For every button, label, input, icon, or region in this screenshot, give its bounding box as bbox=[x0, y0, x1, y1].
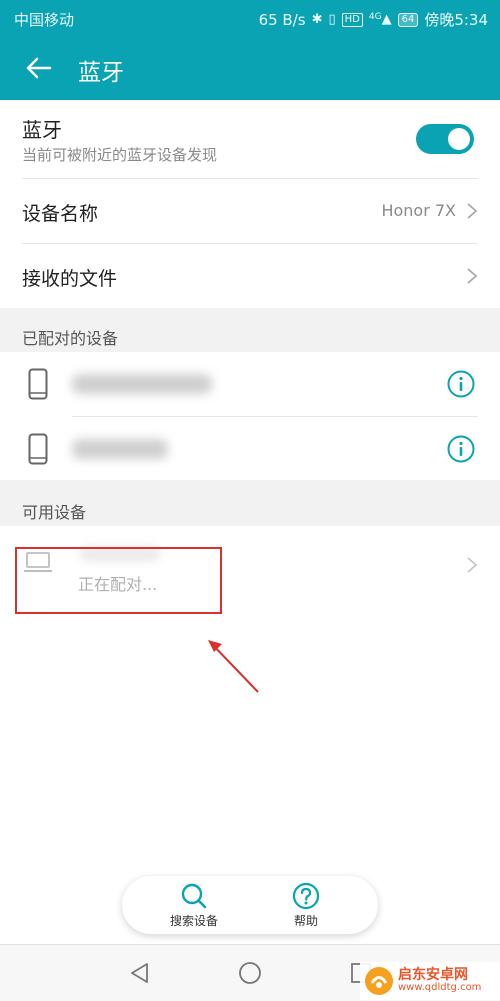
paired-devices-card bbox=[0, 352, 500, 480]
status-bar: 中国移动 65 B/s ✱ ▯ HD 4G▲ 64 傍晚5:34 bbox=[0, 0, 500, 36]
battery-icon: 64 bbox=[397, 12, 419, 27]
device-name-blurred bbox=[72, 439, 168, 459]
watermark: 启东安卓网 www.qdldtg.com bbox=[360, 962, 500, 1000]
watermark-url: www.qdldtg.com bbox=[398, 982, 482, 993]
nav-back-icon[interactable] bbox=[128, 961, 150, 985]
chevron-right-icon bbox=[467, 268, 478, 284]
bluetooth-status-icon: ✱ bbox=[311, 12, 323, 27]
info-icon[interactable] bbox=[446, 434, 476, 464]
paired-device-row[interactable] bbox=[0, 352, 500, 416]
paired-devices-header: 已配对的设备 bbox=[22, 329, 119, 348]
help-icon bbox=[292, 882, 320, 910]
help-button[interactable]: 帮助 bbox=[266, 882, 346, 929]
bluetooth-title: 蓝牙 bbox=[22, 118, 62, 142]
hd-badge: HD bbox=[341, 12, 363, 27]
bluetooth-toggle[interactable] bbox=[416, 124, 474, 154]
help-label: 帮助 bbox=[293, 914, 318, 928]
search-devices-button[interactable]: 搜索设备 bbox=[154, 882, 234, 929]
clock: 傍晚5:34 bbox=[424, 11, 488, 29]
watermark-brand: 启东安卓网 bbox=[398, 967, 468, 983]
paired-device-row[interactable] bbox=[0, 417, 500, 480]
device-name-row[interactable]: 设备名称 Honor 7X bbox=[0, 179, 500, 243]
phone-icon bbox=[28, 368, 48, 400]
device-name-value: Honor 7X bbox=[381, 201, 456, 220]
annotation-arrow-icon bbox=[208, 640, 259, 693]
watermark-logo-icon bbox=[365, 967, 393, 995]
annotation-highlight-box bbox=[15, 547, 222, 614]
signal-label: 4G bbox=[368, 12, 382, 22]
chevron-right-icon bbox=[467, 557, 478, 573]
settings-card: 蓝牙 当前可被附近的蓝牙设备发现 设备名称 Honor 7X 接收的文件 bbox=[0, 100, 500, 308]
search-icon bbox=[181, 883, 207, 909]
bluetooth-subtitle: 当前可被附近的蓝牙设备发现 bbox=[22, 146, 218, 164]
page-title: 蓝牙 bbox=[78, 60, 124, 86]
received-files-label: 接收的文件 bbox=[22, 268, 118, 290]
carrier-area: 中国移动 bbox=[14, 9, 74, 30]
app-bar: 蓝牙 bbox=[0, 36, 500, 100]
carrier-name: 中国移动 bbox=[14, 11, 75, 29]
bluetooth-toggle-row[interactable]: 蓝牙 当前可被附近的蓝牙设备发现 bbox=[0, 100, 500, 178]
status-right: 65 B/s ✱ ▯ HD 4G▲ 64 傍晚5:34 bbox=[259, 9, 488, 30]
nav-home-icon[interactable] bbox=[238, 961, 262, 985]
received-files-row[interactable]: 接收的文件 bbox=[0, 244, 500, 308]
bottom-action-bar: 搜索设备 帮助 bbox=[122, 876, 378, 934]
phone-icon bbox=[28, 433, 48, 465]
available-devices-header: 可用设备 bbox=[22, 503, 87, 522]
toggle-knob bbox=[448, 128, 470, 150]
search-devices-label: 搜索设备 bbox=[169, 914, 218, 928]
device-name-blurred bbox=[72, 374, 212, 394]
info-icon[interactable] bbox=[446, 369, 476, 399]
vibrate-icon: ▯ bbox=[328, 12, 336, 27]
device-name-label: 设备名称 bbox=[22, 203, 99, 225]
back-arrow-icon[interactable] bbox=[22, 52, 54, 84]
network-speed: 65 B/s bbox=[258, 10, 306, 29]
signal-icon: 4G▲ bbox=[368, 12, 392, 27]
chevron-right-icon bbox=[467, 203, 478, 219]
